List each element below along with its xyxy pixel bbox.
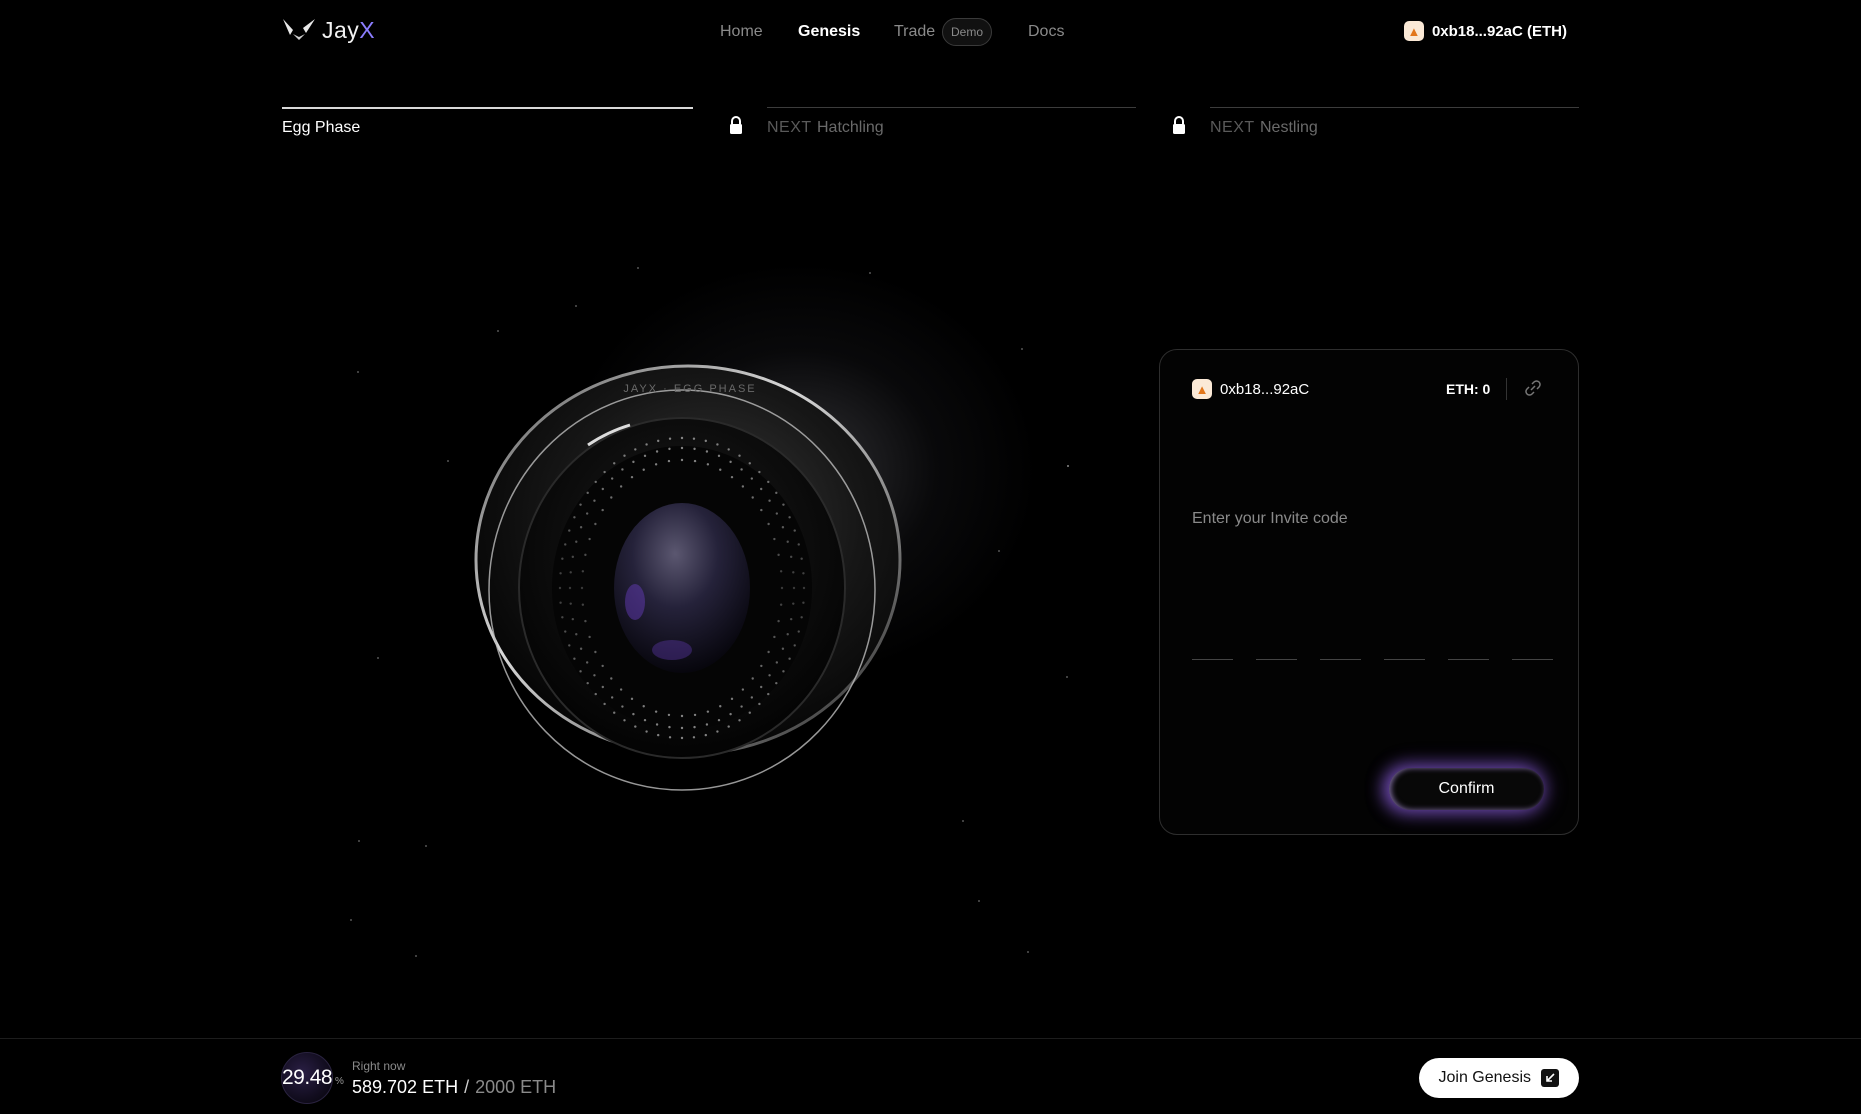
- unlink-icon[interactable]: [1524, 379, 1542, 397]
- invite-code-slot[interactable]: [1512, 630, 1553, 660]
- egg-orb: JAYX · EGG PHASE: [474, 364, 902, 791]
- next-label: NEXT: [767, 119, 812, 136]
- panel-wallet-address: 0xb18...92aC: [1220, 380, 1310, 398]
- raised-value: 589.702 ETH: [352, 1077, 459, 1097]
- demo-badge[interactable]: Demo: [942, 18, 993, 46]
- invite-code-label: Enter your Invite code: [1192, 510, 1348, 527]
- logo-text: JayX: [322, 16, 376, 43]
- phase-progress-line: [282, 107, 693, 109]
- invite-code-slot[interactable]: [1320, 630, 1361, 660]
- lock-icon: [730, 116, 742, 134]
- phase-label: Egg Phase: [282, 119, 361, 136]
- join-genesis-label: Join Genesis: [1438, 1069, 1532, 1086]
- phase-label: Hatchling: [817, 119, 884, 136]
- next-label: NEXT: [1210, 119, 1255, 136]
- phase-progress-line: [767, 107, 1136, 108]
- invite-code-slot[interactable]: [1256, 630, 1297, 660]
- metamask-fox-icon: ▲: [1403, 21, 1424, 41]
- panel-wallet: ▲ 0xb18...92aC: [1192, 379, 1309, 399]
- right-now-label: Right now: [352, 1059, 406, 1073]
- confirm-button[interactable]: Confirm: [1389, 768, 1544, 810]
- phase-tab-hatchling: NEXT Hatchling: [730, 107, 1136, 147]
- nav-docs[interactable]: Docs: [1028, 23, 1064, 41]
- progress-percent-symbol: %: [335, 1076, 344, 1087]
- invite-code-slot[interactable]: [1192, 630, 1233, 660]
- amount-separator: /: [464, 1077, 470, 1097]
- eth-balance: ETH: 0: [1446, 381, 1491, 397]
- nav-trade[interactable]: Trade: [894, 23, 935, 41]
- logo[interactable]: JayX: [282, 16, 375, 44]
- join-genesis-button[interactable]: Join Genesis: [1418, 1058, 1579, 1098]
- progress-percent: 29.48: [282, 1066, 333, 1089]
- target-value: 2000 ETH: [475, 1077, 557, 1097]
- wallet-address-label: 0xb18...92aC (ETH): [1431, 22, 1567, 40]
- invite-code-slot[interactable]: [1384, 630, 1425, 660]
- wallet-button[interactable]: ▲ 0xb18...92aC (ETH): [1403, 21, 1567, 41]
- lock-icon: [1173, 116, 1185, 134]
- phase-progress-line: [1210, 107, 1579, 108]
- footer-bar: 29.48 % Right now 589.702 ETH/2000 ETH J…: [0, 1038, 1861, 1114]
- phase-tab-egg[interactable]: Egg Phase: [282, 107, 693, 147]
- invite-panel: ▲ 0xb18...92aC ETH: 0 Enter your Invite …: [1159, 349, 1579, 835]
- invite-code-slot[interactable]: [1448, 630, 1489, 660]
- metamask-fox-icon: ▲: [1192, 379, 1212, 399]
- phase-tab-nestling: NEXT Nestling: [1173, 107, 1579, 147]
- invite-code-inputs: [1192, 630, 1553, 660]
- ring-text: JAYX · EGG PHASE: [623, 383, 756, 395]
- arrow-down-left-icon: [1541, 1069, 1559, 1087]
- phase-label: Nestling: [1260, 119, 1318, 136]
- nav-home[interactable]: Home: [720, 23, 763, 41]
- raised-amount: 589.702 ETH/2000 ETH: [352, 1077, 556, 1098]
- nav-genesis[interactable]: Genesis: [798, 23, 860, 41]
- logo-wings-icon: [283, 19, 315, 40]
- divider: [1506, 378, 1507, 400]
